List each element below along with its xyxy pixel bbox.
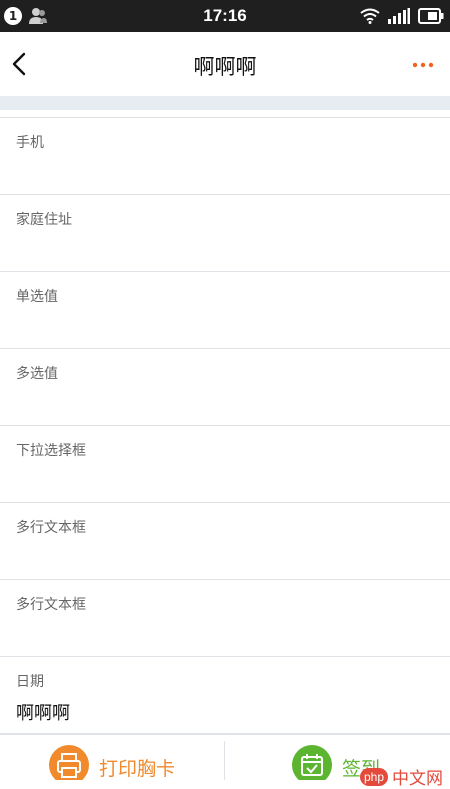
signal-icon bbox=[388, 8, 410, 24]
divider bbox=[224, 741, 225, 780]
field-label: 多行文本框 bbox=[16, 520, 86, 536]
field-phone[interactable]: 手机 bbox=[0, 118, 450, 195]
field-textarea-2[interactable]: 多行文本框 bbox=[0, 580, 450, 657]
field-label: 多选值 bbox=[16, 366, 58, 382]
field-label: 日期 bbox=[16, 674, 44, 690]
more-options-icon[interactable] bbox=[412, 61, 434, 69]
print-badge-button[interactable]: 打印胸卡 bbox=[49, 745, 175, 780]
wifi-icon bbox=[360, 8, 380, 24]
field-label: 单选值 bbox=[16, 289, 58, 305]
field-dropdown[interactable]: 下拉选择框 bbox=[0, 426, 450, 503]
field-date[interactable]: 日期 啊啊啊 bbox=[0, 657, 450, 734]
field-textarea-1[interactable]: 多行文本框 bbox=[0, 503, 450, 580]
status-right bbox=[360, 8, 444, 24]
nav-bar: 啊啊啊 bbox=[0, 32, 450, 96]
printer-icon bbox=[49, 745, 89, 780]
watermark: php 中文网 bbox=[360, 764, 443, 789]
field-label: 家庭住址 bbox=[16, 212, 72, 228]
watermark-text: 中文网 bbox=[392, 769, 443, 789]
field-value: 啊啊啊 bbox=[16, 703, 70, 724]
field-single-choice[interactable]: 单选值 bbox=[0, 272, 450, 349]
field-multi-choice[interactable]: 多选值 bbox=[0, 349, 450, 426]
battery-icon bbox=[418, 8, 444, 24]
field-label: 多行文本框 bbox=[16, 597, 86, 613]
field-label: 手机 bbox=[16, 135, 44, 151]
page-title: 啊啊啊 bbox=[193, 55, 257, 79]
watermark-badge: php bbox=[360, 767, 388, 786]
field-label: 下拉选择框 bbox=[16, 443, 86, 459]
print-badge-label: 打印胸卡 bbox=[99, 758, 176, 780]
calendar-check-icon bbox=[292, 745, 332, 780]
section-separator bbox=[0, 96, 450, 110]
field-home-address[interactable]: 家庭住址 bbox=[0, 195, 450, 272]
status-bar: 1 17:16 bbox=[0, 0, 450, 32]
